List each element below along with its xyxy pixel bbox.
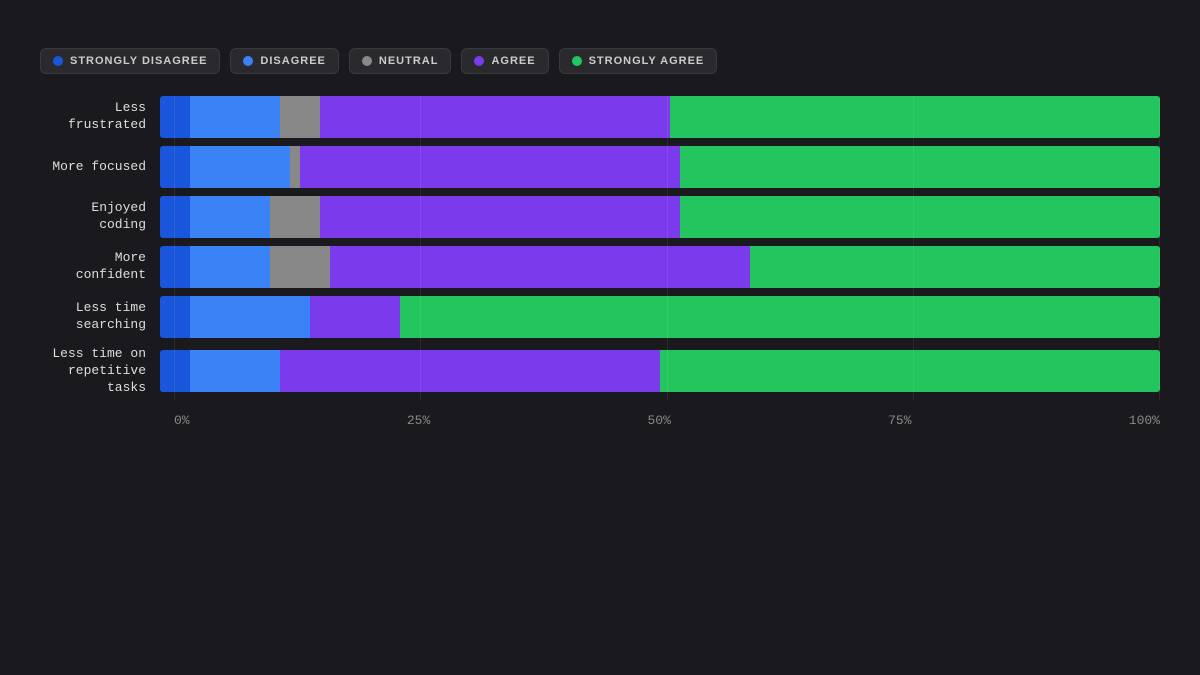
bar-segment-neutral [290, 146, 300, 188]
bar-segment-strongly-disagree [160, 196, 190, 238]
bar-container [160, 146, 1160, 188]
bar-segment-disagree [190, 350, 280, 392]
chart-row: Enjoyed coding [40, 196, 1160, 238]
chart-row: More confident [40, 246, 1160, 288]
bar-segment-strongly-agree [670, 96, 1160, 138]
legend-item-agree: AGREE [461, 48, 548, 74]
legend-dot-neutral [362, 56, 372, 66]
chart-row: Less time on repetitive tasks [40, 346, 1160, 397]
bar-segment-disagree [190, 246, 270, 288]
bar-segment-strongly-agree [680, 146, 1160, 188]
legend-dot-strongly-agree [572, 56, 582, 66]
legend-item-strongly-agree: STRONGLY AGREE [559, 48, 718, 74]
bar-segment-neutral [270, 246, 330, 288]
row-label: More focused [40, 159, 160, 176]
bar-segment-strongly-disagree [160, 96, 190, 138]
bar-segment-agree [320, 196, 680, 238]
x-axis: 0% 25% 50% 75% 100% [40, 413, 1160, 428]
bar-segment-agree [330, 246, 750, 288]
row-label: Less time searching [40, 300, 160, 334]
bar-segment-disagree [190, 146, 290, 188]
bar-segment-strongly-agree [400, 296, 1160, 338]
bar-segment-disagree [190, 296, 310, 338]
bar-segment-disagree [190, 196, 270, 238]
row-label: Less time on repetitive tasks [40, 346, 160, 397]
bar-container [160, 196, 1160, 238]
legend-label-neutral: Neutral [379, 55, 439, 67]
chart-row: Less frustrated [40, 96, 1160, 138]
bar-segment-agree [280, 350, 660, 392]
legend-label-disagree: DISAGREE [260, 55, 325, 67]
bar-container [160, 246, 1160, 288]
bar-segment-strongly-agree [680, 196, 1160, 238]
legend-label-strongly-agree: STRONGLY AGREE [589, 55, 705, 67]
bar-segment-agree [320, 96, 670, 138]
x-axis-label: 25% [407, 413, 430, 428]
legend-item-neutral: Neutral [349, 48, 452, 74]
x-axis-label: 50% [647, 413, 670, 428]
x-axis-label: 0% [174, 413, 190, 428]
page-container: STRONGLY DISAGREE DISAGREE Neutral AGREE… [40, 48, 1160, 428]
legend: STRONGLY DISAGREE DISAGREE Neutral AGREE… [40, 48, 1160, 74]
chart-row: Less time searching [40, 296, 1160, 338]
legend-item-strongly-disagree: STRONGLY DISAGREE [40, 48, 220, 74]
legend-label-agree: AGREE [491, 55, 535, 67]
bar-segment-strongly-agree [750, 246, 1160, 288]
x-axis-label: 100% [1129, 413, 1160, 428]
bar-segment-strongly-disagree [160, 146, 190, 188]
bar-segment-strongly-disagree [160, 296, 190, 338]
bar-segment-agree [300, 146, 680, 188]
bar-segment-strongly-agree [660, 350, 1160, 392]
bar-segment-strongly-disagree [160, 246, 190, 288]
bar-container [160, 296, 1160, 338]
bar-container [160, 96, 1160, 138]
chart-area: Less frustrated More focused Enjoyed codin… [40, 96, 1160, 405]
row-label: More confident [40, 250, 160, 284]
legend-item-disagree: DISAGREE [230, 48, 338, 74]
legend-label-strongly-disagree: STRONGLY DISAGREE [70, 55, 207, 67]
chart-row: More focused [40, 146, 1160, 188]
bar-segment-disagree [190, 96, 280, 138]
legend-dot-agree [474, 56, 484, 66]
bar-segment-neutral [270, 196, 320, 238]
row-label: Less frustrated [40, 100, 160, 134]
row-label: Enjoyed coding [40, 200, 160, 234]
legend-dot-disagree [243, 56, 253, 66]
bar-container [160, 350, 1160, 392]
bar-segment-neutral [280, 96, 320, 138]
bar-segment-strongly-disagree [160, 350, 190, 392]
x-axis-label: 75% [888, 413, 911, 428]
bar-segment-agree [310, 296, 400, 338]
legend-dot-strongly-disagree [53, 56, 63, 66]
